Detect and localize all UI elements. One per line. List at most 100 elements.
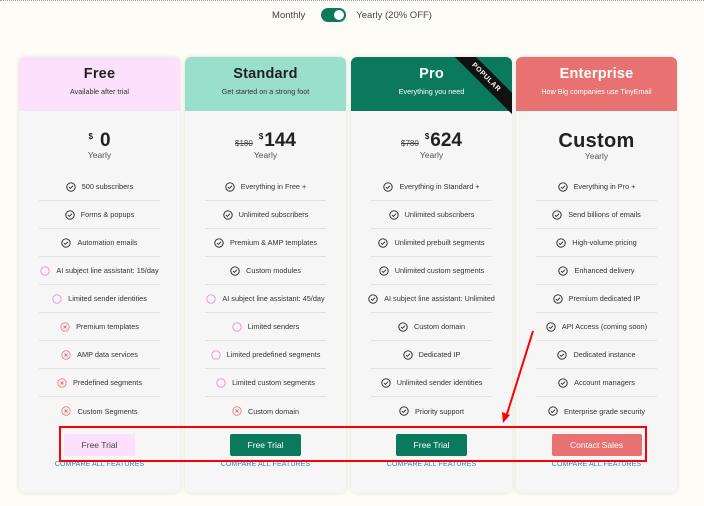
check-circle-icon xyxy=(222,209,233,220)
check-circle-icon xyxy=(558,265,569,276)
partial-circle-icon xyxy=(232,321,242,332)
feature-item: Limited custom segments xyxy=(205,369,326,397)
compare-all-features-link[interactable]: COMPARE ALL FEATURES xyxy=(185,461,346,468)
feature-text: AI subject line assistant: 45/day xyxy=(222,294,325,303)
price-period: Yearly xyxy=(253,150,278,160)
feature-item: Send billions of emails xyxy=(536,201,657,229)
contact-sales-button[interactable]: Contact Sales xyxy=(551,434,642,456)
feature-text: Everything in Free + xyxy=(240,182,307,191)
feature-item: Priority support xyxy=(371,397,492,425)
feature-text: Unlimited sender identities xyxy=(396,378,483,387)
check-circle-icon xyxy=(552,209,562,220)
switch-knob xyxy=(334,10,345,20)
feature-text: Automation emails xyxy=(77,238,138,247)
check-circle-icon xyxy=(557,349,568,360)
feature-text: Premium & AMP templates xyxy=(229,238,318,247)
partial-circle-icon xyxy=(206,293,217,304)
check-circle-icon xyxy=(557,181,568,192)
feature-item: Automation emails xyxy=(39,229,160,257)
feature-text: Unlimited subscribers xyxy=(238,210,309,219)
check-circle-icon xyxy=(230,265,240,276)
free-trial-button[interactable]: Free Trial xyxy=(230,434,301,456)
check-circle-icon xyxy=(378,237,389,248)
plan-name: Enterprise xyxy=(559,66,634,82)
billing-toggle: Monthly Yearly (20% OFF) xyxy=(0,8,704,22)
feature-item: Forms & popups xyxy=(39,201,160,229)
check-circle-icon xyxy=(388,209,399,220)
feature-item: Custom Segments xyxy=(39,397,160,425)
feature-item: Limited predefined segments xyxy=(205,341,326,369)
monthly-label[interactable]: Monthly xyxy=(272,10,305,21)
plan-header: Standard Get started on a strong foot xyxy=(185,57,346,111)
feature-item: Enhanced delivery xyxy=(536,257,657,285)
plan-name: Standard xyxy=(233,66,298,82)
plan-subtitle: Available after trial xyxy=(70,87,129,96)
free-trial-button[interactable]: Free Trial xyxy=(64,434,135,456)
price-period: Yearly xyxy=(419,150,444,160)
plan-header: Free Available after trial xyxy=(19,57,180,111)
check-circle-icon xyxy=(546,321,556,332)
check-circle-icon xyxy=(399,406,409,416)
feature-text: Send billions of emails xyxy=(568,210,641,219)
price-amount: 624 xyxy=(430,130,462,151)
check-circle-icon xyxy=(383,181,394,192)
billing-period-switch[interactable] xyxy=(321,8,347,22)
partial-circle-icon xyxy=(216,377,226,388)
feature-item: Enterprise grade security xyxy=(536,397,657,425)
plan-name: Free xyxy=(83,66,116,82)
compare-all-features-link[interactable]: COMPARE ALL FEATURES xyxy=(351,461,512,468)
price-period: Yearly xyxy=(87,150,112,160)
plan-subtitle: Get started on a strong foot xyxy=(221,87,310,96)
feature-list: 500 subscribers Forms & popups Automation … xyxy=(19,173,180,425)
plan-card-standard: Standard Get started on a strong foot $1… xyxy=(185,57,346,493)
check-circle-icon xyxy=(66,181,76,192)
original-price: $180 xyxy=(235,139,253,148)
plan-header: Pro Everything you need POPULAR xyxy=(351,57,512,119)
compare-all-features-link[interactable]: COMPARE ALL FEATURES xyxy=(516,461,677,468)
check-circle-icon xyxy=(402,349,413,360)
feature-item: Unlimited subscribers xyxy=(371,201,492,229)
feature-text: Dedicated instance xyxy=(573,350,636,359)
check-circle-icon xyxy=(556,237,566,248)
feature-text: AI subject line assistant: Unlimited xyxy=(384,294,495,303)
feature-text: 500 subscribers xyxy=(81,182,134,191)
feature-list: Everything in Pro + Send billions of emai… xyxy=(516,173,677,425)
feature-item: Dedicated instance xyxy=(536,341,657,369)
plan-subtitle: How Big companies use TinyEmail xyxy=(541,87,652,96)
feature-text: AI subject line assistant: 15/day xyxy=(56,266,159,275)
feature-item: Premium templates xyxy=(39,313,160,341)
currency-symbol: $ xyxy=(258,132,264,141)
feature-item: Everything in Free + xyxy=(205,173,326,201)
feature-text: Limited custom segments xyxy=(232,378,315,387)
feature-text: API Access (coming soon) xyxy=(561,322,648,331)
feature-text: Enterprise grade security xyxy=(563,406,646,416)
price-block: $780 $ 624 Yearly xyxy=(351,111,512,173)
feature-text: Limited sender identities xyxy=(68,294,147,303)
feature-item: API Access (coming soon) xyxy=(536,313,657,341)
x-circle-icon xyxy=(61,406,72,416)
feature-item: Premium dedicated IP xyxy=(536,285,657,313)
currency-symbol: $ xyxy=(88,132,93,141)
price-block: Custom Yearly xyxy=(516,111,677,173)
plan-card-pro: Pro Everything you need POPULAR $780 $ 6… xyxy=(351,57,512,493)
price-block: $ 0 Yearly xyxy=(19,111,180,173)
feature-text: Unlimited custom segments xyxy=(394,266,485,275)
price-block: $180 $ 144 Yearly xyxy=(185,111,346,173)
yearly-label[interactable]: Yearly (20% OFF) xyxy=(356,10,432,21)
free-trial-button[interactable]: Free Trial xyxy=(396,434,467,456)
partial-circle-icon xyxy=(210,349,221,360)
partial-circle-icon xyxy=(40,265,51,276)
feature-text: Limited senders xyxy=(247,322,300,331)
x-circle-icon xyxy=(61,349,71,360)
plan-card-enterprise: Enterprise How Big companies use TinyEma… xyxy=(516,57,677,493)
feature-text: Custom Segments xyxy=(77,406,138,416)
feature-item: Unlimited custom segments xyxy=(371,257,492,285)
feature-item: Custom domain xyxy=(205,397,326,425)
plan-header: Enterprise How Big companies use TinyEma… xyxy=(516,57,677,111)
feature-text: AMP data services xyxy=(77,350,138,359)
compare-all-features-link[interactable]: COMPARE ALL FEATURES xyxy=(19,461,180,468)
feature-item: Account managers xyxy=(536,369,657,397)
check-circle-icon xyxy=(225,181,235,192)
feature-text: Enhanced delivery xyxy=(574,266,635,275)
feature-text: Priority support xyxy=(414,406,465,416)
